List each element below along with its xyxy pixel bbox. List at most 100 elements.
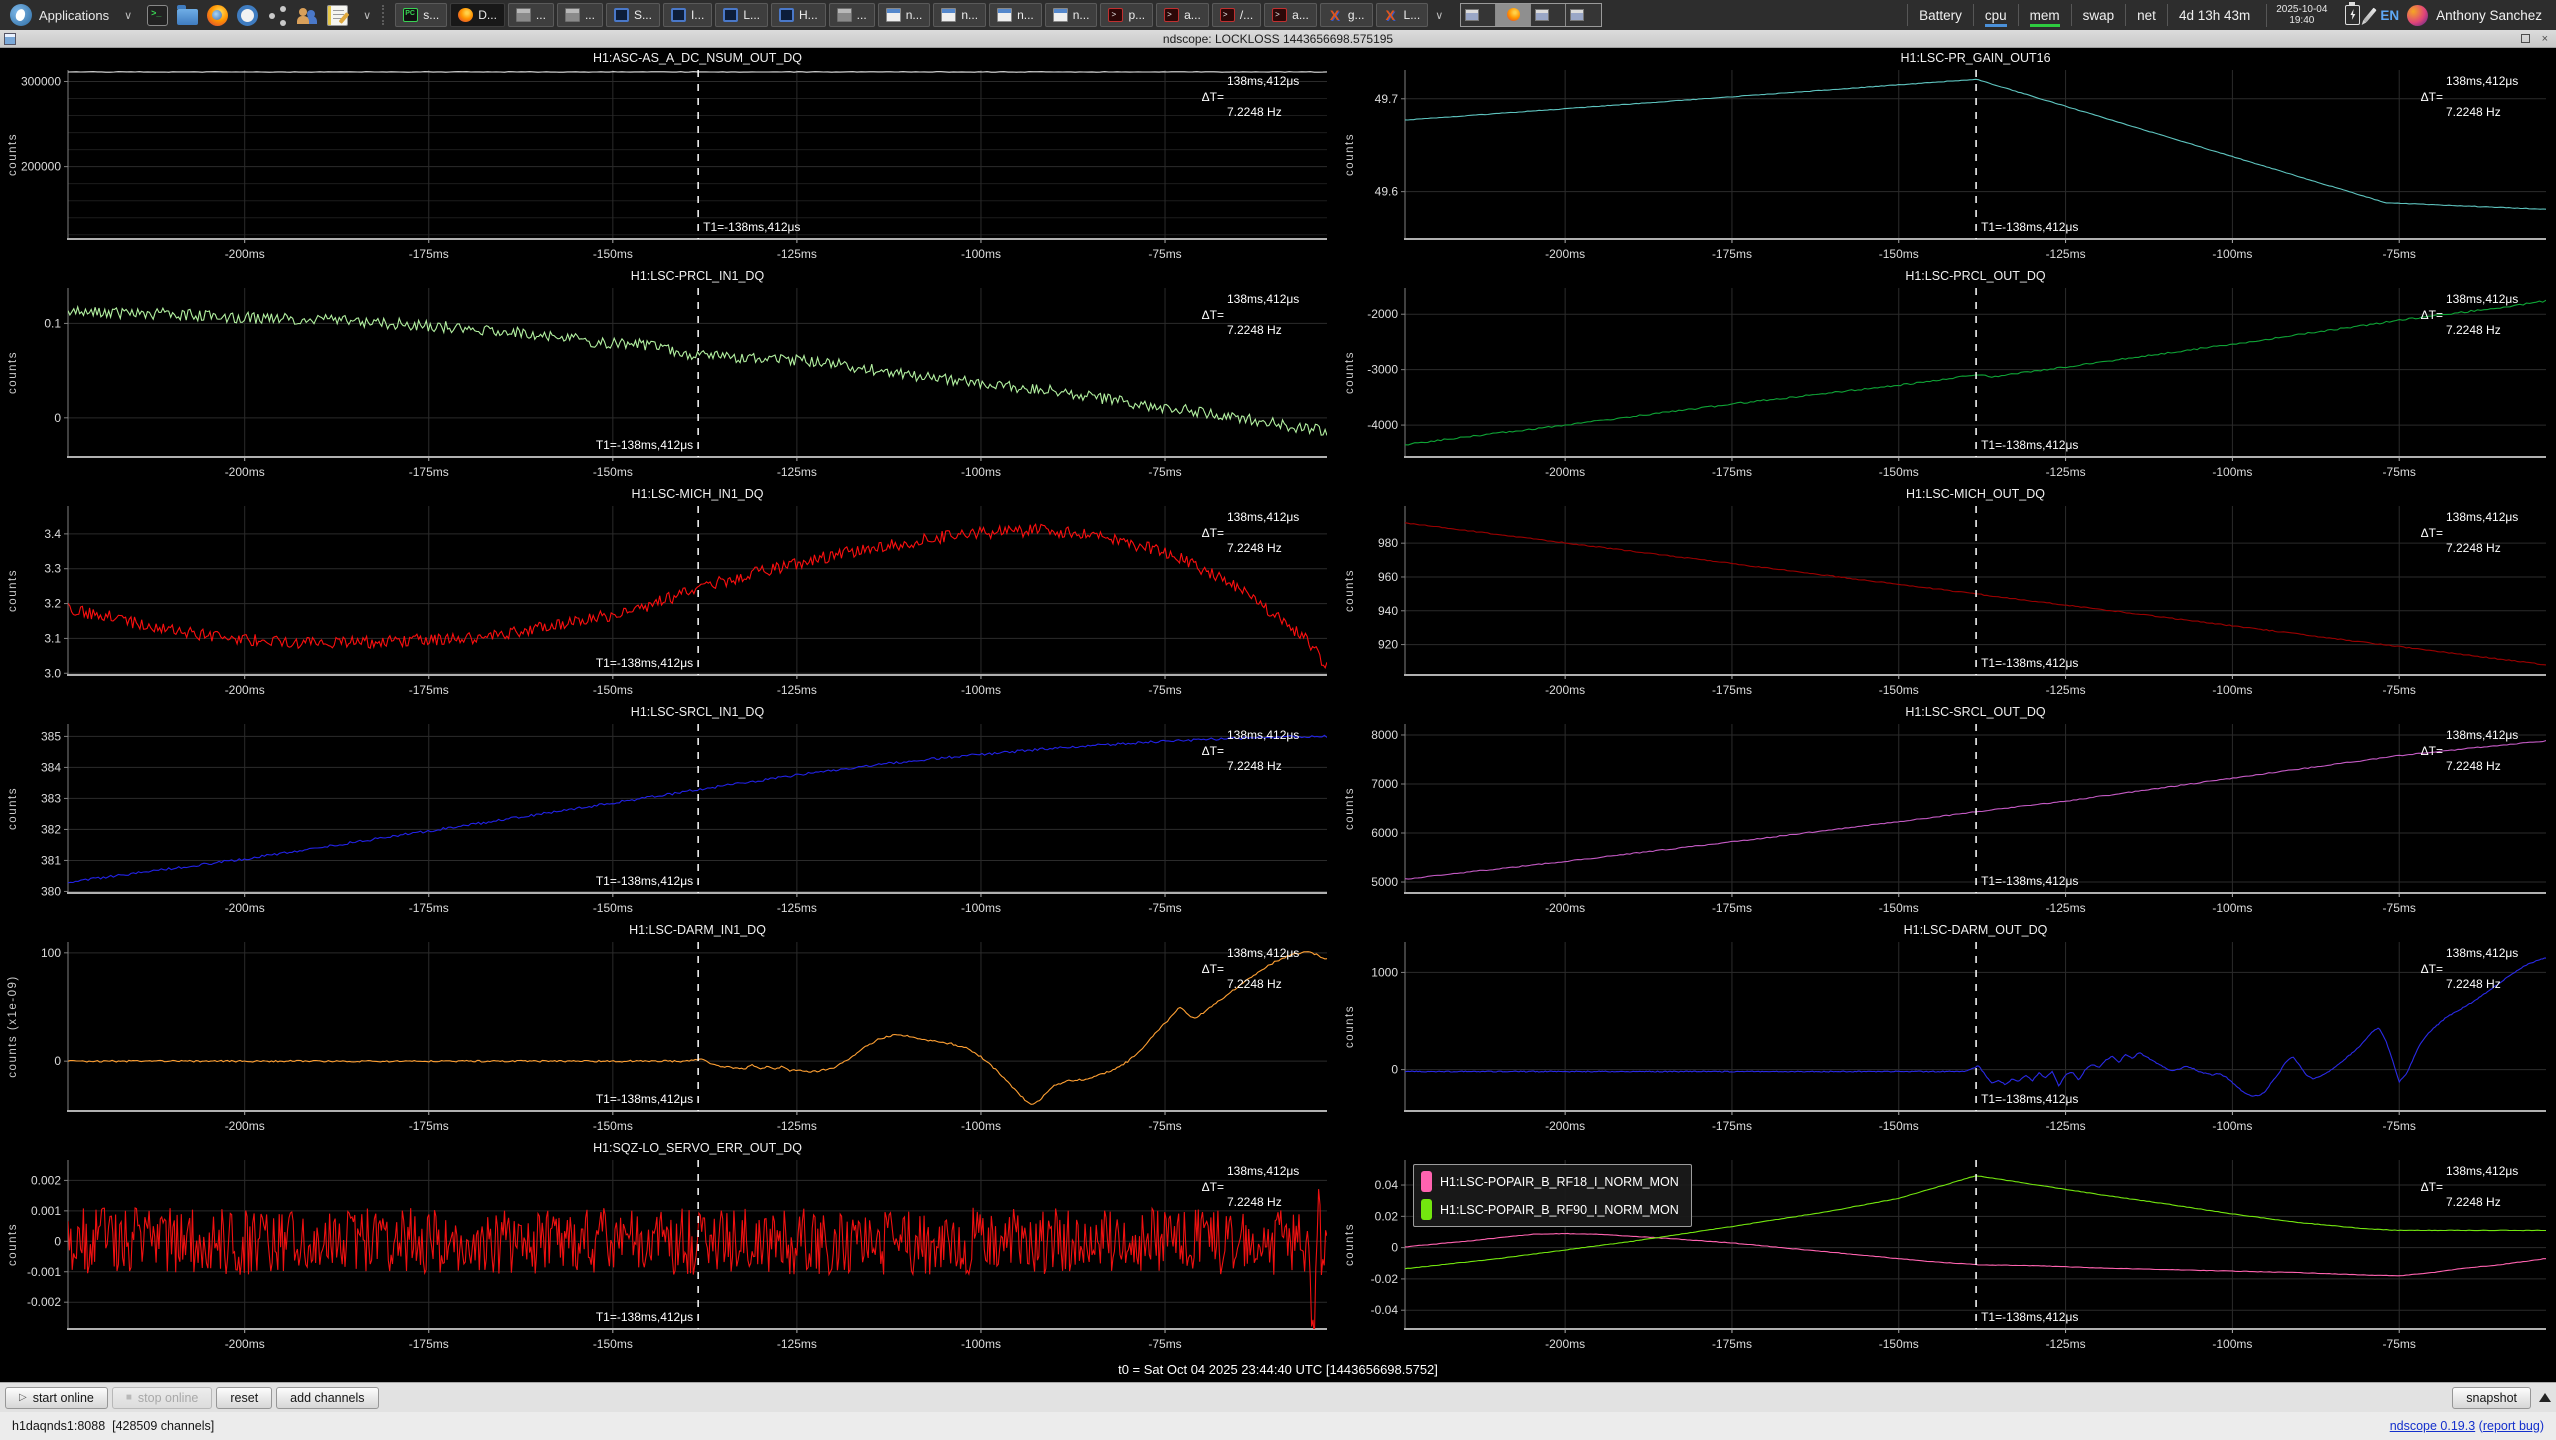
applications-menu-button[interactable]: Applications bbox=[8, 2, 117, 28]
circle-app-icon[interactable] bbox=[237, 5, 258, 26]
keyboard-layout-indicator[interactable]: EN bbox=[2380, 8, 2399, 23]
x-tick-label: -125ms bbox=[2046, 1337, 2086, 1351]
taskbar-window-button[interactable]: H... bbox=[771, 3, 826, 27]
battery-icon[interactable] bbox=[2345, 5, 2360, 25]
plot-canvas-prcl-out[interactable]: -2000-3000-4000-200ms-175ms-150ms-125ms-… bbox=[1337, 266, 2556, 484]
x-tick-label: -100ms bbox=[961, 247, 1001, 261]
workspace-4[interactable] bbox=[1566, 4, 1601, 26]
chevron-down-icon[interactable]: ∨ bbox=[122, 9, 134, 22]
firefox-icon[interactable] bbox=[207, 5, 228, 26]
window-button-label: p... bbox=[1128, 8, 1145, 22]
user-avatar[interactable] bbox=[2407, 5, 2428, 26]
plot-title: H1:LSC-SRCL_IN1_DQ bbox=[631, 705, 765, 719]
taskbar-window-button[interactable]: a... bbox=[1264, 3, 1317, 27]
close-button[interactable]: × bbox=[2542, 33, 2548, 45]
terminal-launch-icon[interactable] bbox=[147, 5, 168, 26]
taskbar-window-button[interactable]: D... bbox=[450, 3, 505, 27]
workspace-2[interactable] bbox=[1496, 4, 1531, 26]
plot-grid: 300000200000-200ms-175ms-150ms-125ms-100… bbox=[0, 48, 2556, 1356]
x-tick-label: -200ms bbox=[225, 1119, 265, 1133]
status-item-net[interactable]: net bbox=[2125, 4, 2167, 26]
plot-canvas-mich-out[interactable]: 980960940920-200ms-175ms-150ms-125ms-100… bbox=[1337, 484, 2556, 702]
share-icon[interactable] bbox=[267, 5, 288, 26]
start-online-button[interactable]: ▷ start online bbox=[5, 1387, 108, 1409]
plot-canvas-sqz-lo[interactable]: 0.0020.0010-0.001-0.002-200ms-175ms-150m… bbox=[0, 1138, 1337, 1356]
plot-canvas-srcl-in1[interactable]: 385384383382381380-200ms-175ms-150ms-125… bbox=[0, 702, 1337, 920]
plot-asc-as-nsum[interactable]: 300000200000-200ms-175ms-150ms-125ms-100… bbox=[0, 48, 1337, 266]
y-axis-label: counts bbox=[7, 133, 19, 176]
plot-sqz-lo[interactable]: 0.0020.0010-0.001-0.002-200ms-175ms-150m… bbox=[0, 1138, 1337, 1356]
taskbar-window-button[interactable]: L... bbox=[715, 3, 768, 27]
window-titlebar[interactable]: ndscope: LOCKLOSS 1443656698.575195 × bbox=[0, 30, 2556, 48]
plot-mich-out[interactable]: 980960940920-200ms-175ms-150ms-125ms-100… bbox=[1337, 484, 2556, 702]
x-tick-label: -150ms bbox=[593, 1337, 633, 1351]
x-tick-label: -200ms bbox=[225, 247, 265, 261]
window-button-label: L... bbox=[743, 8, 760, 22]
plot-srcl-in1[interactable]: 385384383382381380-200ms-175ms-150ms-125… bbox=[0, 702, 1337, 920]
plot-pr-gain[interactable]: 49.749.6-200ms-175ms-150ms-125ms-100ms-7… bbox=[1337, 48, 2556, 266]
plot-darm-in1[interactable]: 1000-200ms-175ms-150ms-125ms-100ms-75msT… bbox=[0, 920, 1337, 1138]
y-tick-label: 940 bbox=[1378, 604, 1398, 618]
taskbar-window-button[interactable]: /... bbox=[1212, 3, 1261, 27]
report-bug-link[interactable]: report bug bbox=[2483, 1419, 2540, 1433]
t1-cursor-label: T1=-138ms,412μs bbox=[1981, 1092, 2078, 1106]
status-item-cpu[interactable]: cpu bbox=[1973, 4, 2018, 26]
ndscope-version-link[interactable]: ndscope 0.19.3 bbox=[2390, 1419, 2476, 1433]
reset-button[interactable]: reset bbox=[216, 1387, 272, 1409]
taskbar-window-button[interactable]: n... bbox=[878, 3, 931, 27]
panel-clock[interactable]: 2025-10-04 19:40 bbox=[2266, 4, 2336, 27]
taskbar-window-button[interactable]: a... bbox=[1156, 3, 1209, 27]
terminal-red-icon bbox=[1272, 8, 1287, 22]
taskbar-window-button[interactable]: I... bbox=[663, 3, 712, 27]
taskbar-window-button[interactable]: L... bbox=[1376, 3, 1429, 27]
taskbar-window-button[interactable]: ... bbox=[508, 3, 554, 27]
plot-canvas-darm-out[interactable]: 10000-200ms-175ms-150ms-125ms-100ms-75ms… bbox=[1337, 920, 2556, 1138]
plot-canvas-asc-as-nsum[interactable]: 300000200000-200ms-175ms-150ms-125ms-100… bbox=[0, 48, 1337, 266]
x-tick-label: -100ms bbox=[2212, 247, 2252, 261]
plot-darm-out[interactable]: 10000-200ms-175ms-150ms-125ms-100ms-75ms… bbox=[1337, 920, 2556, 1138]
workspace-1[interactable] bbox=[1461, 4, 1496, 26]
plot-prcl-out[interactable]: -2000-3000-4000-200ms-175ms-150ms-125ms-… bbox=[1337, 266, 2556, 484]
plot-canvas-pr-gain[interactable]: 49.749.6-200ms-175ms-150ms-125ms-100ms-7… bbox=[1337, 48, 2556, 266]
notes-icon[interactable] bbox=[327, 5, 348, 26]
add-channels-button[interactable]: add channels bbox=[276, 1387, 378, 1409]
plot-canvas-mich-in1[interactable]: 3.43.33.23.13.0-200ms-175ms-150ms-125ms-… bbox=[0, 484, 1337, 702]
legend-entry[interactable]: H1:LSC-POPAIR_B_RF90_I_NORM_MON bbox=[1421, 1199, 1679, 1220]
delta-t-freq: 7.2248 Hz bbox=[1227, 323, 1282, 337]
plot-mich-in1[interactable]: 3.43.33.23.13.0-200ms-175ms-150ms-125ms-… bbox=[0, 484, 1337, 702]
plot-canvas-prcl-in1[interactable]: 0.10-200ms-175ms-150ms-125ms-100ms-75msT… bbox=[0, 266, 1337, 484]
taskbar-window-button[interactable]: s... bbox=[395, 3, 447, 27]
expand-triangle-icon[interactable] bbox=[2539, 1393, 2551, 1402]
taskbar-window-button[interactable]: p... bbox=[1100, 3, 1153, 27]
workspace-3[interactable] bbox=[1531, 4, 1566, 26]
stop-online-button[interactable]: ■ stop online bbox=[112, 1387, 213, 1409]
taskbar-window-button[interactable]: n... bbox=[1045, 3, 1098, 27]
status-item-4d-13h-43m[interactable]: 4d 13h 43m bbox=[2167, 4, 2261, 26]
taskbar-window-button[interactable]: g... bbox=[1320, 3, 1373, 27]
plot-popair[interactable]: 0.040.020-0.02-0.04-200ms-175ms-150ms-12… bbox=[1337, 1138, 2556, 1356]
y-tick-label: 385 bbox=[41, 729, 61, 743]
status-item-mem[interactable]: mem bbox=[2018, 4, 2071, 26]
users-icon[interactable] bbox=[297, 5, 318, 26]
status-item-swap[interactable]: swap bbox=[2071, 4, 2126, 26]
taskbar-window-button[interactable]: ... bbox=[829, 3, 875, 27]
plot-prcl-in1[interactable]: 0.10-200ms-175ms-150ms-125ms-100ms-75msT… bbox=[0, 266, 1337, 484]
chevron-down-icon[interactable]: ∨ bbox=[361, 9, 373, 22]
plot-srcl-out[interactable]: 8000700060005000-200ms-175ms-150ms-125ms… bbox=[1337, 702, 2556, 920]
system-tray: EN Anthony Sanchez bbox=[2341, 5, 2548, 26]
plot-title: H1:LSC-MICH_OUT_DQ bbox=[1906, 487, 2045, 501]
legend-entry[interactable]: H1:LSC-POPAIR_B_RF18_I_NORM_MON bbox=[1421, 1171, 1679, 1192]
taskbar-window-button[interactable]: n... bbox=[989, 3, 1042, 27]
taskbar-window-button[interactable]: n... bbox=[933, 3, 986, 27]
plot-canvas-darm-in1[interactable]: 1000-200ms-175ms-150ms-125ms-100ms-75msT… bbox=[0, 920, 1337, 1138]
chevron-down-icon[interactable]: ∨ bbox=[1433, 9, 1445, 22]
taskbar-window-button[interactable]: S... bbox=[606, 3, 660, 27]
stylus-icon[interactable] bbox=[2364, 8, 2377, 23]
taskbar-window-button[interactable]: ... bbox=[557, 3, 603, 27]
folder-icon[interactable] bbox=[177, 9, 198, 25]
terminal-red-icon bbox=[1164, 8, 1179, 22]
maximize-button[interactable] bbox=[2521, 34, 2530, 43]
status-item-battery[interactable]: Battery bbox=[1907, 4, 1973, 26]
snapshot-button[interactable]: snapshot bbox=[2452, 1387, 2531, 1409]
plot-canvas-srcl-out[interactable]: 8000700060005000-200ms-175ms-150ms-125ms… bbox=[1337, 702, 2556, 920]
